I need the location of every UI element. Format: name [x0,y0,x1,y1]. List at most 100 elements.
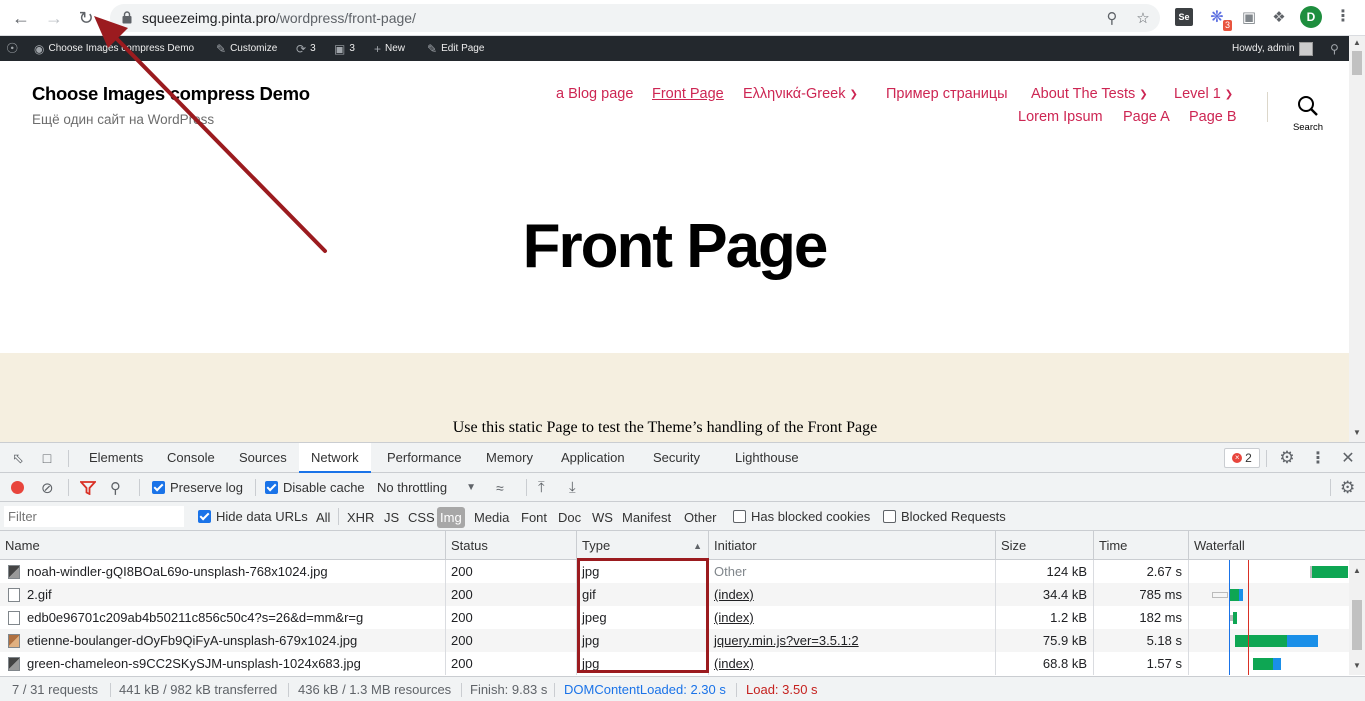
type-filter-css[interactable]: CSS [405,507,438,528]
type-filter-ws[interactable]: WS [589,507,616,528]
cell-initiator-link[interactable]: (index) [708,583,995,606]
export-har-download-icon[interactable]: ⤓ [569,473,576,502]
column-size[interactable]: Size [995,531,1093,560]
inspect-element-icon[interactable]: ⬁ [9,449,27,467]
network-conditions-wifi-icon[interactable]: ≈ [496,473,504,502]
type-filter-media[interactable]: Media [471,507,512,528]
checkbox-checked[interactable] [265,481,278,494]
extensions-puzzle-icon[interactable]: ❖ [1268,6,1290,28]
cell-initiator-link[interactable]: jquery.min.js?ver=3.5.1:2 [708,629,995,652]
scroll-down-icon[interactable]: ▼ [1353,661,1361,670]
type-filter-font[interactable]: Font [518,507,550,528]
zoom-icon[interactable]: ⚲ [1102,8,1122,28]
type-filter-other[interactable]: Other [681,507,720,528]
device-toolbar-icon[interactable]: □ [38,449,56,467]
back-arrow-icon[interactable]: ← [8,5,34,31]
column-type[interactable]: Type ▲ [576,531,708,560]
menu-item-greek[interactable]: Ελληνικά-Greek ❯ [743,86,858,102]
extension-puzzle-photo-icon[interactable]: ▣ [1238,6,1260,28]
page-scrollbar-thumb[interactable] [1352,51,1362,75]
more-options-icon[interactable]: ⋮ [1309,449,1327,467]
tab-sources[interactable]: Sources [227,443,299,472]
has-blocked-cookies-checkbox[interactable]: Has blocked cookies [733,502,870,531]
menu-item-page-a[interactable]: Page A [1123,109,1170,125]
checkbox-unchecked[interactable] [883,510,896,523]
close-devtools-icon[interactable]: ✕ [1339,449,1357,467]
page-scrollbar[interactable]: ▲ ▼ [1349,36,1365,442]
tab-elements[interactable]: Elements [77,443,155,472]
address-bar[interactable]: squeezeimg.pinta.pro/wordpress/front-pag… [110,4,1160,32]
hide-data-urls-checkbox[interactable]: Hide data URLs [198,502,308,531]
column-name[interactable]: Name [0,531,445,560]
adminbar-updates[interactable]: ⟳ 3 [296,36,316,61]
checkbox-checked[interactable] [198,510,211,523]
tab-application[interactable]: Application [549,443,637,472]
search-icon[interactable]: ⚲ [110,473,121,502]
tab-lighthouse[interactable]: Lighthouse [723,443,811,472]
extension-gear-icon[interactable]: ❋ 3 [1206,6,1232,31]
record-button[interactable] [11,473,24,502]
tab-performance[interactable]: Performance [375,443,473,472]
adminbar-comments[interactable]: ▣ 3 [334,36,355,61]
adminbar-new[interactable]: + New [374,36,405,61]
adminbar-edit-page[interactable]: ✎ Edit Page [427,36,484,61]
forward-arrow-icon[interactable]: → [41,5,67,31]
type-filter-doc[interactable]: Doc [555,507,584,528]
checkbox-unchecked[interactable] [733,510,746,523]
scroll-down-icon[interactable]: ▼ [1353,428,1361,437]
type-filter-all[interactable]: All [313,507,333,528]
clear-icon[interactable]: ⊘ [41,473,54,502]
adminbar-search-icon[interactable]: ⚲ [1330,36,1339,61]
preserve-log-checkbox[interactable]: Preserve log [152,473,243,502]
filter-input[interactable] [4,506,184,527]
menu-item-blog[interactable]: a Blog page [556,86,633,102]
selenium-extension-icon[interactable]: Se [1175,8,1193,26]
column-status[interactable]: Status [445,531,576,560]
network-scrollbar-thumb[interactable] [1352,600,1362,650]
menu-item-example[interactable]: Пример страницы [886,86,1008,102]
waterfall-bar-ttfb [1233,612,1237,624]
type-filter-img[interactable]: Img [437,507,465,528]
adminbar-site-name[interactable]: ◉ Choose Images compress Demo [34,36,194,61]
settings-gear-icon[interactable]: ⚙ [1278,448,1296,467]
cell-status: 200 [445,629,576,652]
site-title[interactable]: Choose Images compress Demo [32,83,310,105]
adminbar-customize[interactable]: ✎ Customize [216,36,277,61]
import-har-upload-icon[interactable]: ⤒ [538,473,545,502]
checkbox-checked[interactable] [152,481,165,494]
type-filter-manifest[interactable]: Manifest [619,507,674,528]
wordpress-logo-icon[interactable]: ☉ [6,36,19,61]
menu-item-about-tests[interactable]: About The Tests ❯ [1031,86,1148,102]
menu-item-lorem-ipsum[interactable]: Lorem Ipsum [1018,109,1103,125]
browser-menu-icon[interactable]: ⋮ [1335,6,1351,28]
blocked-requests-checkbox[interactable]: Blocked Requests [883,502,1006,531]
menu-item-front-page[interactable]: Front Page [652,86,724,102]
type-filter-xhr[interactable]: XHR [344,507,377,528]
network-filter-bar: Hide data URLs All XHR JS CSS Img Media … [0,502,1365,531]
tab-memory[interactable]: Memory [474,443,545,472]
reload-icon[interactable]: ↻ [73,5,99,31]
column-waterfall[interactable]: Waterfall [1188,531,1365,560]
profile-avatar[interactable]: D [1300,6,1322,28]
bookmark-star-icon[interactable]: ☆ [1133,8,1153,28]
scroll-up-icon[interactable]: ▲ [1353,566,1361,575]
adminbar-howdy[interactable]: Howdy, admin [1232,36,1313,61]
error-count-badge[interactable]: × 2 [1224,448,1260,468]
menu-item-level-1[interactable]: Level 1 ❯ [1174,86,1233,102]
network-settings-gear-icon[interactable]: ⚙ [1340,473,1355,502]
scroll-up-icon[interactable]: ▲ [1353,38,1361,47]
tab-console[interactable]: Console [155,443,227,472]
search-toggle[interactable]: Search [1288,95,1328,133]
column-initiator[interactable]: Initiator [708,531,995,560]
menu-item-page-b[interactable]: Page B [1189,109,1237,125]
type-filter-js[interactable]: JS [381,507,402,528]
cell-initiator-link[interactable]: (index) [708,606,995,629]
disable-cache-checkbox[interactable]: Disable cache [265,473,365,502]
network-table-scrollbar[interactable]: ▲ ▼ [1349,560,1365,675]
tab-network[interactable]: Network [299,443,371,473]
throttling-select[interactable]: No throttling ▼ [377,473,476,502]
tab-security[interactable]: Security [641,443,712,472]
cell-initiator-link[interactable]: (index) [708,652,995,675]
column-time[interactable]: Time [1093,531,1188,560]
filter-toggle[interactable] [80,473,96,502]
